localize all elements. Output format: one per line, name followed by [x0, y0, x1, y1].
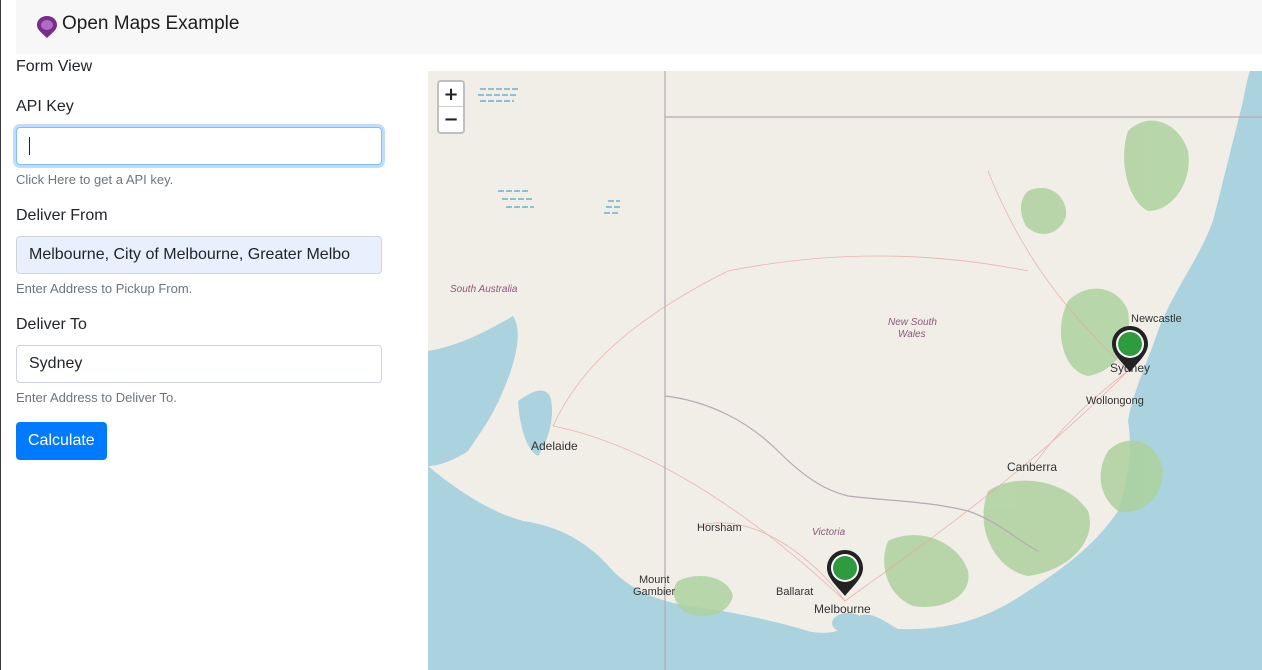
map-label-mount-gambier-2: Gambier [633, 586, 676, 598]
deliver-to-help: Enter Address to Deliver To. [16, 390, 177, 405]
map-label-melbourne: Melbourne [814, 602, 871, 616]
map-label-wollongong: Wollongong [1086, 395, 1144, 407]
api-key-input[interactable] [16, 127, 382, 165]
map-label-nsw-1: New South [888, 317, 937, 328]
map-label-adelaide: Adelaide [531, 439, 578, 453]
destination-marker-icon[interactable] [1110, 324, 1150, 374]
zoom-out-button[interactable]: − [439, 107, 463, 132]
map-label-south-australia: South Australia [450, 284, 518, 295]
form-title: Form View [16, 58, 93, 75]
deliver-from-label: Deliver From [16, 207, 108, 224]
map-view[interactable]: + − South Australia New South Wales Vict… [428, 71, 1262, 670]
text-caret [29, 137, 30, 155]
origin-marker-icon[interactable] [825, 548, 865, 598]
map-label-canberra: Canberra [1007, 460, 1058, 474]
map-label-victoria: Victoria [812, 527, 846, 538]
map-label-horsham: Horsham [697, 522, 742, 534]
deliver-to-label: Deliver To [16, 316, 87, 333]
map-pin-icon [37, 16, 57, 38]
zoom-in-button[interactable]: + [439, 82, 463, 107]
deliver-to-input[interactable]: Sydney [16, 345, 382, 383]
api-key-label: API Key [16, 98, 74, 115]
map-label-nsw-2: Wales [898, 329, 926, 340]
window-edge [0, 0, 1, 670]
api-key-help[interactable]: Click Here to get a API key. [16, 172, 173, 187]
deliver-from-input[interactable]: Melbourne, City of Melbourne, Greater Me… [16, 236, 382, 274]
app-title[interactable]: Open Maps Example [62, 13, 239, 35]
map-label-mount-gambier-1: Mount [639, 574, 670, 586]
deliver-from-value: Melbourne, City of Melbourne, Greater Me… [29, 246, 351, 263]
navbar: Open Maps Example [16, 0, 1262, 54]
calculate-button[interactable]: Calculate [16, 422, 107, 460]
zoom-control: + − [437, 80, 465, 134]
map-label-ballarat: Ballarat [776, 586, 814, 598]
deliver-from-help: Enter Address to Pickup From. [16, 281, 193, 296]
deliver-to-value: Sydney [29, 355, 83, 372]
